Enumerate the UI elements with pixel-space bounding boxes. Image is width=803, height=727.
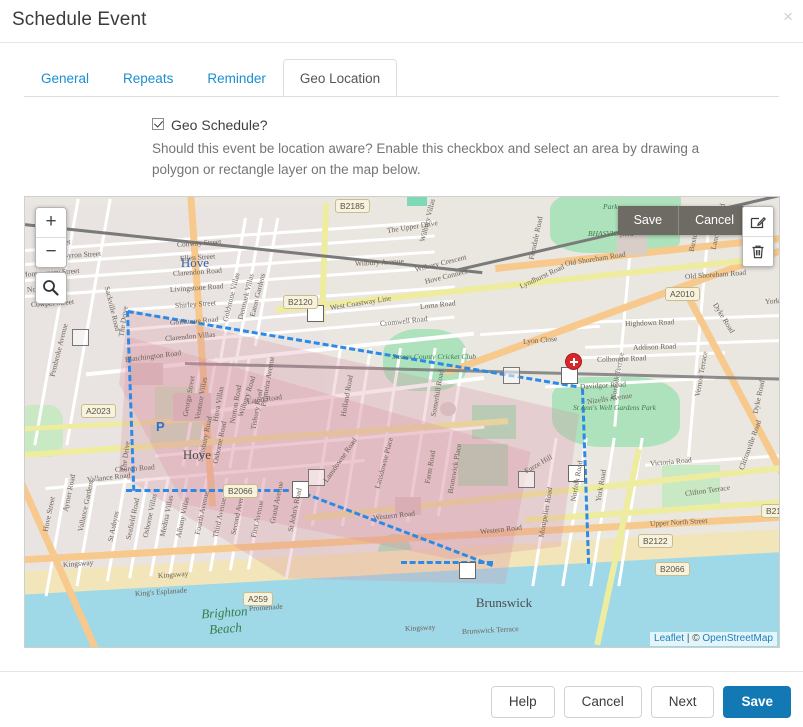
- map-polygon-handle[interactable]: [459, 562, 476, 579]
- map-road-shield: B2066: [655, 562, 690, 576]
- map-attribution: Leaflet | © OpenStreetMap: [650, 632, 777, 646]
- tab-general[interactable]: General: [24, 59, 106, 96]
- map-road-shield: A2010: [665, 287, 700, 301]
- zoom-out-button[interactable]: −: [36, 238, 66, 267]
- map-zoom-control[interactable]: + −: [35, 207, 67, 268]
- parking-icon: P: [156, 419, 165, 434]
- map-label: Brunswick: [472, 595, 536, 611]
- map-label: Park: [603, 202, 618, 211]
- tab-geo-location[interactable]: Geo Location: [283, 59, 397, 96]
- map-road-shield: A259: [243, 592, 273, 606]
- help-button[interactable]: Help: [491, 686, 555, 718]
- map-road-shield: B212: [761, 504, 780, 518]
- next-button[interactable]: Next: [651, 686, 715, 718]
- tab-repeats[interactable]: Repeats: [106, 59, 190, 96]
- map-polygon-edge: [126, 489, 298, 492]
- map-road-shield: B2066: [223, 484, 258, 498]
- map-label: Brighton Beach: [192, 603, 258, 639]
- map-polygon-midhandle[interactable]: [503, 367, 520, 384]
- map-canvas[interactable]: P Conway StreetEllen StreetClarendon Roa…: [25, 197, 779, 647]
- close-icon[interactable]: ×: [783, 8, 793, 25]
- attribution-separator: | ©: [684, 633, 702, 644]
- tab-bar: GeneralRepeatsReminderGeo Location: [24, 59, 779, 97]
- map-draw-actions[interactable]: Save Cancel: [618, 206, 750, 235]
- dialog-footer: Help Cancel NextSave: [491, 686, 791, 718]
- map-label: York Villas: [765, 295, 780, 306]
- map-delete-vertex-marker[interactable]: [565, 353, 582, 370]
- schedule-event-dialog: Schedule Event × GeneralRepeatsReminderG…: [0, 0, 803, 727]
- map-road-shield: B2185: [335, 199, 370, 213]
- delete-layers-button[interactable]: [743, 237, 773, 266]
- geo-schedule-label: Geo Schedule?: [171, 117, 268, 133]
- map-polygon-midhandle[interactable]: [72, 329, 89, 346]
- geo-schedule-checkbox[interactable]: [152, 118, 164, 130]
- openstreetmap-link[interactable]: OpenStreetMap: [702, 633, 773, 644]
- footer-divider: [0, 671, 803, 672]
- leaflet-link[interactable]: Leaflet: [654, 633, 684, 644]
- map-label: Highdown Road: [625, 317, 675, 328]
- geo-schedule-row: Geo Schedule?: [152, 116, 752, 134]
- map-label: St Ann's Well Gardens Park: [573, 403, 656, 412]
- geo-location-map[interactable]: P Conway StreetEllen StreetClarendon Roa…: [24, 196, 780, 648]
- map-label: Kingsway: [405, 622, 436, 633]
- edit-polygon-button[interactable]: [743, 207, 773, 237]
- page-title: Schedule Event: [12, 9, 147, 31]
- map-label: Hove: [163, 255, 227, 271]
- map-draw-tools[interactable]: [742, 206, 774, 267]
- geo-schedule-help-text: Should this event be location aware? Ena…: [152, 138, 742, 180]
- zoom-in-button[interactable]: +: [36, 208, 66, 238]
- map-search-button[interactable]: [35, 272, 67, 304]
- map-label: Addison Road: [633, 341, 676, 351]
- map-label: Sussex County Cricket Club: [392, 352, 476, 361]
- map-green: [407, 196, 427, 206]
- draw-save-button[interactable]: Save: [618, 206, 680, 235]
- save-button[interactable]: Save: [723, 686, 791, 718]
- map-road-shield: B2120: [283, 295, 318, 309]
- cancel-button[interactable]: Cancel: [564, 686, 642, 718]
- dialog-header: Schedule Event ×: [0, 0, 803, 43]
- map-road-shield: B2122: [638, 534, 673, 548]
- draw-cancel-button[interactable]: Cancel: [679, 206, 750, 235]
- map-road-shield: A2023: [81, 404, 116, 418]
- tab-reminder[interactable]: Reminder: [190, 59, 283, 96]
